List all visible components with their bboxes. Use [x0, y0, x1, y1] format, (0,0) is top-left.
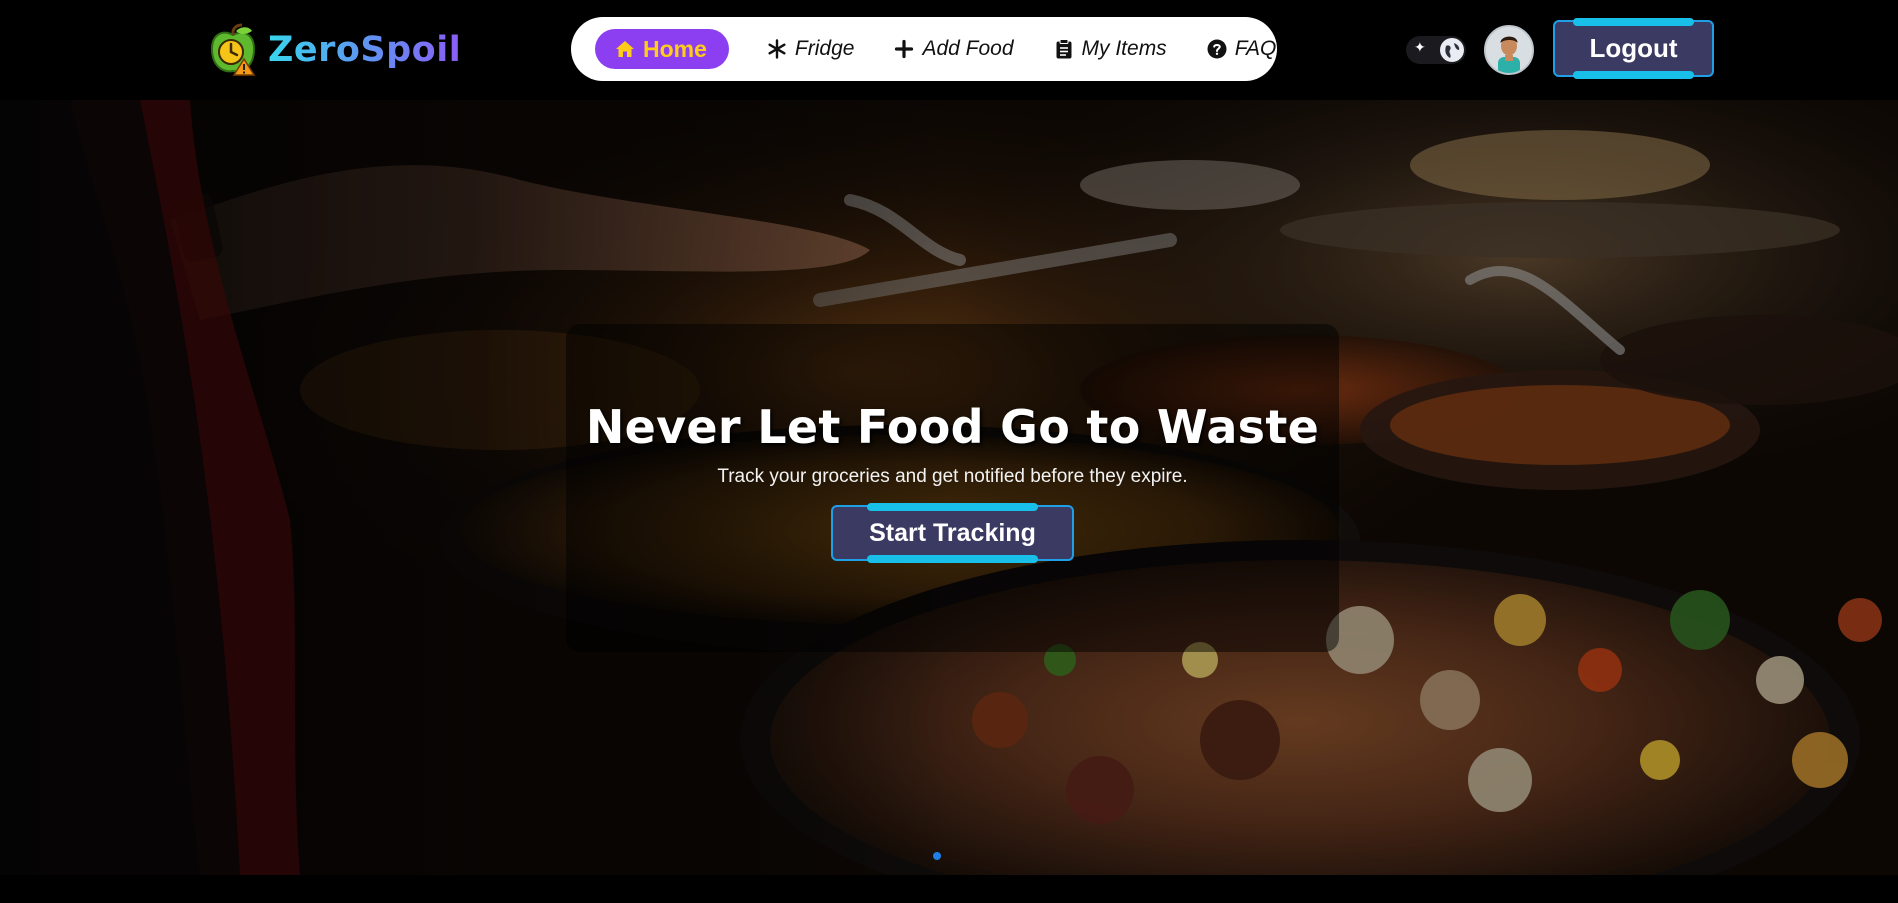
home-icon	[615, 39, 635, 59]
snowflake-icon	[767, 39, 787, 59]
hero-section: Never Let Food Go to Waste Track your gr…	[0, 100, 1898, 875]
nav-item-label: Add Food	[922, 37, 1014, 60]
logout-button[interactable]: Logout	[1553, 18, 1714, 79]
hero-card: Never Let Food Go to Waste Track your gr…	[566, 324, 1339, 652]
sparkle-icon: ✦	[1414, 40, 1426, 56]
nav-item-label: My Items	[1081, 37, 1167, 60]
globe-icon	[1440, 38, 1464, 62]
hero-title: Never Let Food Go to Waste	[585, 400, 1320, 454]
main-nav: Home Fridge Add Food My Items FAQ	[571, 17, 1277, 81]
top-navbar: ZeroSpoil Home Fridge Add Food My Items	[0, 0, 1898, 100]
brand-name: ZeroSpoil	[268, 30, 462, 70]
carousel-indicators	[933, 852, 941, 860]
clipboard-icon	[1054, 39, 1074, 59]
theme-toggle[interactable]: ✦	[1406, 36, 1466, 64]
nav-item-add-food[interactable]: Add Food	[878, 29, 1029, 69]
nav-item-label: FAQ	[1234, 37, 1277, 60]
hero-subtitle: Track your groceries and get notified be…	[717, 466, 1188, 487]
carousel-dot-active[interactable]	[933, 852, 941, 860]
question-circle-icon	[1207, 39, 1227, 59]
bottom-strip	[0, 875, 1898, 903]
nav-item-label: Fridge	[794, 37, 855, 60]
nav-item-my-items[interactable]: My Items	[1038, 29, 1183, 69]
brand[interactable]: ZeroSpoil	[208, 20, 461, 80]
user-avatar[interactable]	[1484, 25, 1534, 75]
start-tracking-button[interactable]: Start Tracking	[831, 503, 1074, 563]
plus-icon	[894, 39, 914, 59]
nav-item-fridge[interactable]: Fridge	[751, 29, 871, 69]
nav-item-home[interactable]: Home	[595, 29, 729, 69]
nav-item-faq[interactable]: FAQ	[1191, 29, 1293, 69]
nav-item-label: Home	[643, 35, 707, 62]
apple-clock-warning-icon	[208, 23, 258, 77]
